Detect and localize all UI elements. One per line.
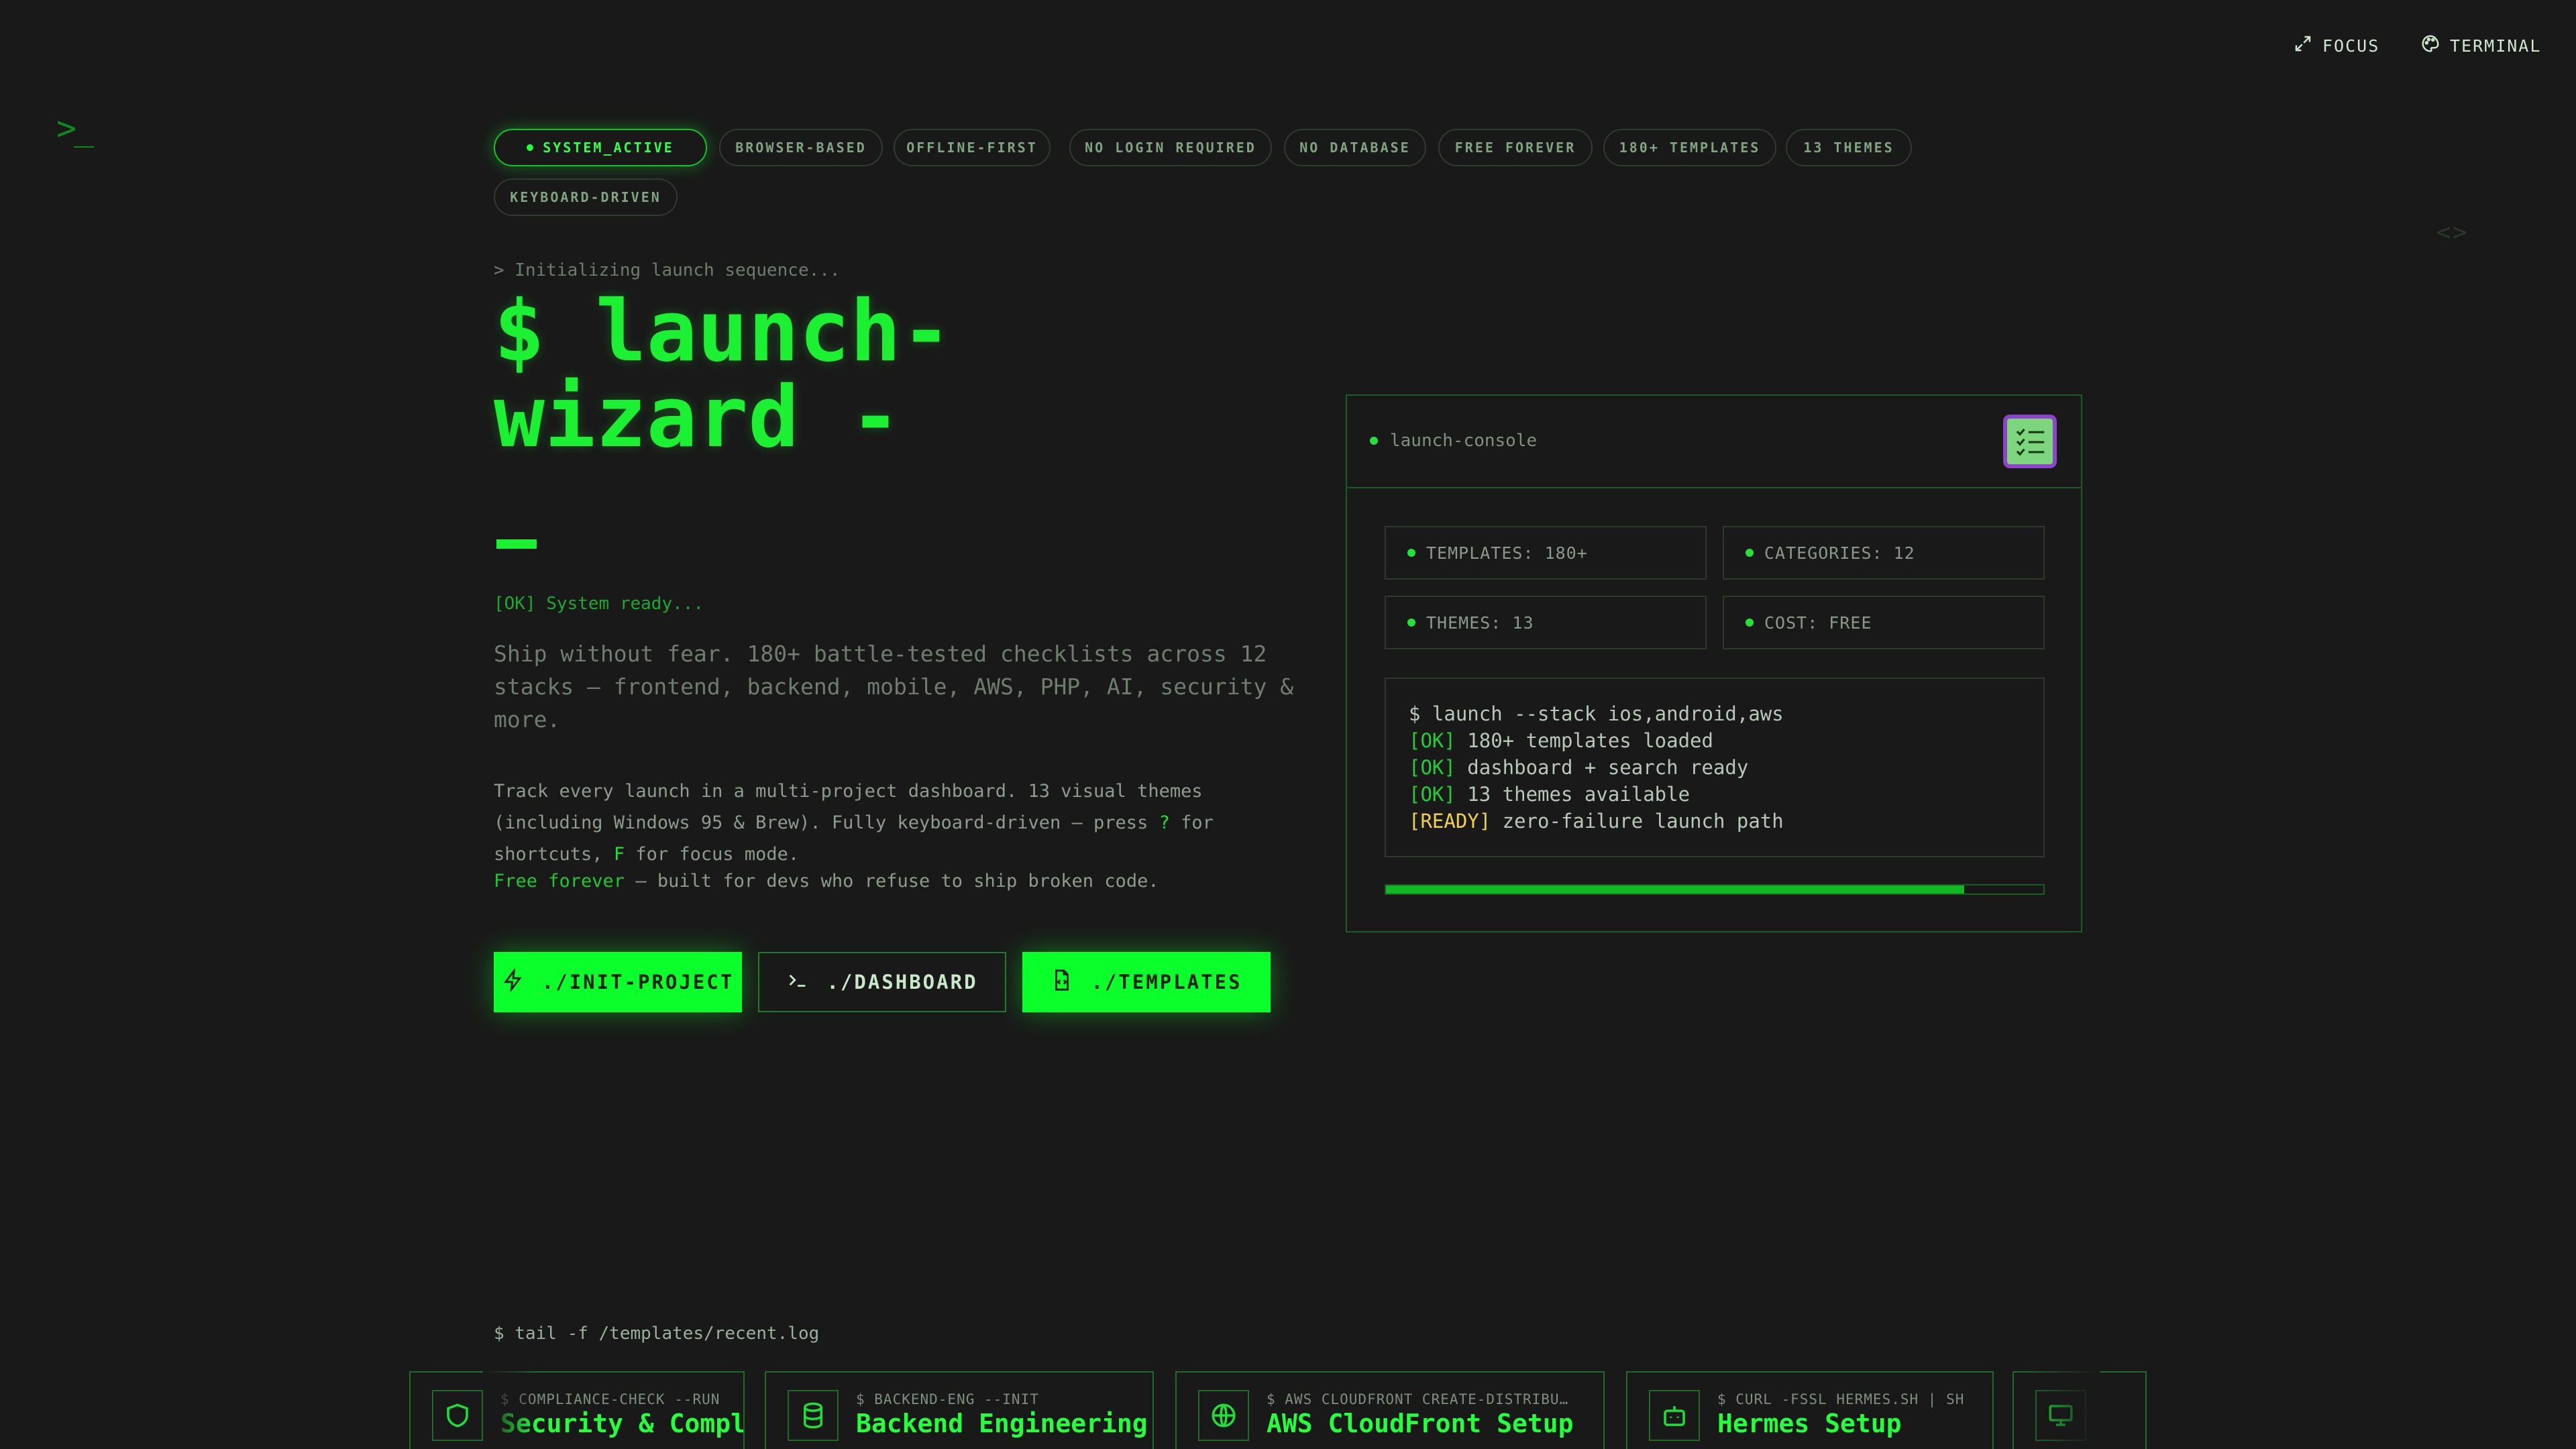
init-project-button[interactable]: ./INIT-PROJECT bbox=[494, 952, 742, 1012]
badge-offline-first: OFFLINE-FIRST bbox=[894, 129, 1051, 166]
logo[interactable]: >_ bbox=[56, 109, 94, 148]
headline-line-1: $ launch- bbox=[494, 282, 952, 380]
template-card[interactable]: $ BACKEND-ENG --INIT Backend Engineering bbox=[765, 1371, 1154, 1449]
badge-browser-based: BROWSER-BASED bbox=[719, 129, 883, 166]
stat-themes: THEMES: 13 bbox=[1385, 596, 1707, 649]
shortcut-key-help: ? bbox=[1159, 812, 1170, 833]
focus-toggle[interactable]: FOCUS bbox=[2293, 34, 2379, 58]
template-card[interactable]: $ COMPLIANCE-CHECK --RUN Security & Comp… bbox=[409, 1371, 745, 1449]
badge-themes: 13 THEMES bbox=[1786, 129, 1912, 166]
progress-bar bbox=[1385, 884, 2045, 895]
page: FOCUS TERMINAL >_ SYSTEM_ACTIVE BROWSER-… bbox=[0, 0, 2576, 1449]
terminal-line: [OK] 180+ templates loaded bbox=[1409, 729, 1713, 752]
headline-line-2: wizard - bbox=[494, 368, 901, 466]
checklist-icon bbox=[2003, 415, 2057, 468]
tail-command: $ tail -f /templates/recent.log bbox=[494, 1324, 820, 1344]
shield-icon bbox=[432, 1390, 483, 1441]
globe-icon bbox=[1198, 1390, 1249, 1441]
template-card[interactable]: $ CURL -FSSL HERMES.SH | SH Hermes Setup bbox=[1626, 1371, 1994, 1449]
carousel-fade-right bbox=[2026, 1368, 2100, 1449]
console-header: launch-console bbox=[1347, 396, 2081, 488]
bot-icon bbox=[1649, 1390, 1700, 1441]
console-title: launch-console bbox=[1370, 431, 1537, 451]
description-paragraph: Track every launch in a multi-project da… bbox=[494, 781, 1214, 865]
terminal-line: [OK] dashboard + search ready bbox=[1409, 756, 1749, 779]
palette-icon bbox=[2420, 34, 2440, 58]
status-dot bbox=[527, 144, 534, 151]
badge-templates: 180+ TEMPLATES bbox=[1603, 129, 1776, 166]
status-dot bbox=[1370, 437, 1378, 445]
badge-free-forever: FREE FOREVER bbox=[1438, 129, 1593, 166]
init-line: > Initializing launch sequence... bbox=[494, 260, 841, 280]
terminal-line: [READY] zero-failure launch path bbox=[1409, 810, 1784, 833]
badge-no-login: NO LOGIN REQUIRED bbox=[1069, 129, 1272, 166]
terminal-line: [OK] 13 themes available bbox=[1409, 783, 1690, 806]
file-code-icon bbox=[1051, 969, 1073, 996]
carousel-fade-left bbox=[483, 1368, 537, 1449]
templates-button[interactable]: ./TEMPLATES bbox=[1022, 952, 1271, 1012]
terminal-command: $ launch --stack ios,android,aws bbox=[1409, 702, 1784, 725]
badge-keyboard-driven: KEYBOARD-DRIVEN bbox=[494, 178, 678, 216]
badge-no-database: NO DATABASE bbox=[1284, 129, 1426, 166]
stat-templates: TEMPLATES: 180+ bbox=[1385, 526, 1707, 580]
badge-system-active: SYSTEM_ACTIVE bbox=[494, 129, 707, 166]
page-title: $ launch- wizard - bbox=[494, 288, 1299, 460]
launch-console: launch-console TEMPLATES: 180+ CATEGORIE… bbox=[1346, 394, 2082, 932]
stat-categories: CATEGORIES: 12 bbox=[1723, 526, 2045, 580]
terminal-output: $ launch --stack ios,android,aws [OK] 18… bbox=[1385, 678, 2045, 857]
ok-status-line: [OK] System ready... bbox=[494, 594, 704, 614]
shortcut-key-focus: F bbox=[613, 844, 625, 865]
database-icon bbox=[788, 1390, 839, 1441]
code-icon[interactable]: <> bbox=[2436, 219, 2468, 246]
stat-cost: COST: FREE bbox=[1723, 596, 2045, 649]
terminal-label: TERMINAL bbox=[2450, 36, 2542, 56]
template-card[interactable]: $ AWS CLOUDFRONT CREATE-DISTRIBU… AWS Cl… bbox=[1175, 1371, 1605, 1449]
lead-paragraph: Ship without fear. 180+ battle-tested ch… bbox=[494, 641, 1294, 733]
theme-toggle[interactable]: TERMINAL bbox=[2420, 34, 2541, 58]
expand-icon bbox=[2293, 34, 2313, 58]
zap-icon bbox=[502, 967, 525, 996]
focus-label: FOCUS bbox=[2322, 36, 2380, 56]
progress-fill bbox=[1386, 885, 1965, 894]
free-forever-line: Free forever — built for devs who refuse… bbox=[494, 871, 1159, 892]
blinking-cursor bbox=[496, 539, 537, 549]
dashboard-button[interactable]: ./DASHBOARD bbox=[758, 952, 1006, 1012]
terminal-icon bbox=[786, 969, 809, 996]
